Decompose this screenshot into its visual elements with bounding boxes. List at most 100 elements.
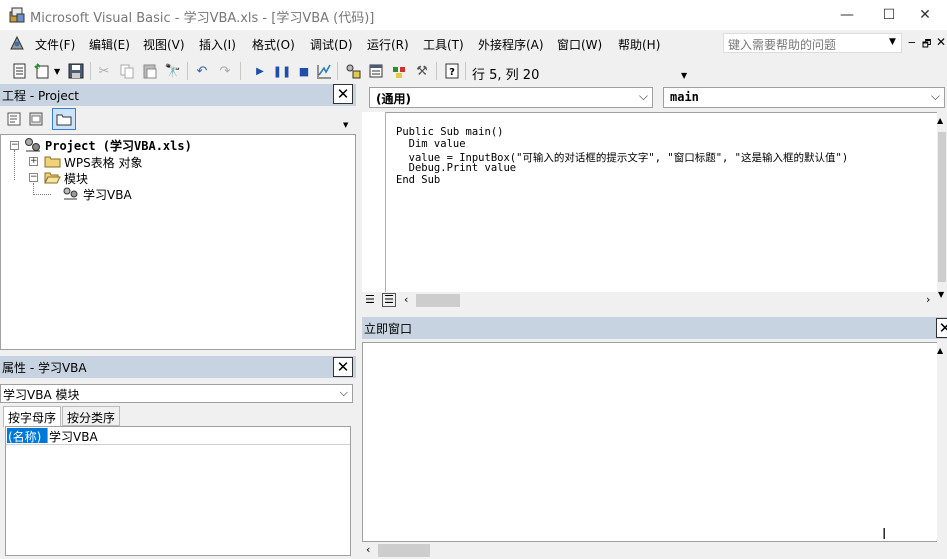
immediate-pane-close-icon[interactable]: ✕ <box>936 318 947 338</box>
code-margin[interactable] <box>362 112 386 292</box>
properties-pane-close-icon[interactable]: ✕ <box>333 357 353 377</box>
chevron-down-icon: ⌵ <box>638 89 648 103</box>
help-icon[interactable]: ? <box>442 62 462 80</box>
toolbar-separator <box>187 62 188 80</box>
project-icon <box>25 138 40 152</box>
menu-addins[interactable]: 外接程序(A) <box>478 36 544 53</box>
properties-object-value: 学习VBA 模块 <box>3 388 80 402</box>
paste-icon[interactable] <box>140 62 160 80</box>
immediate-horizontal-scrollbar[interactable]: ‹ <box>362 542 947 559</box>
procedure-view-icon[interactable]: ☰ <box>365 293 375 306</box>
tree-connector <box>14 150 15 180</box>
copy-icon[interactable] <box>117 62 137 80</box>
scroll-up-icon[interactable]: ▲ <box>937 116 943 125</box>
tree-connector <box>33 194 51 195</box>
project-tree: − Project (学习VBA.xls) + WPS表格 对象 − 模块 学习… <box>0 134 356 350</box>
procedure-combo-value: main <box>670 90 699 104</box>
code-line[interactable]: Public Sub main() <box>396 126 503 138</box>
tab-alphabetic[interactable]: 按字母序 <box>3 406 62 427</box>
properties-pane-header: 属性 - 学习VBA <box>0 356 356 378</box>
cut-icon[interactable]: ✂ <box>94 62 114 80</box>
run-icon[interactable]: ▶ <box>250 62 270 80</box>
properties-object-select[interactable]: 学习VBA 模块 ⌵ <box>0 384 353 403</box>
undo-icon[interactable]: ↶ <box>192 62 212 80</box>
menu-window[interactable]: 窗口(W) <box>557 36 602 53</box>
project-toolbar-dropdown-icon[interactable]: ▼ <box>343 121 348 129</box>
immediate-window[interactable]: I <box>362 342 947 543</box>
tree-expand-icon[interactable]: + <box>29 157 38 166</box>
full-module-view-icon[interactable]: ☰ <box>382 293 396 307</box>
code-vertical-scrollbar[interactable]: ▲ <box>937 112 947 292</box>
view-excel-icon[interactable] <box>10 62 30 80</box>
scroll-thumb[interactable] <box>938 132 946 282</box>
project-pane-title: 工程 - Project <box>2 89 80 103</box>
project-explorer-icon[interactable] <box>343 62 363 80</box>
menu-tools[interactable]: 工具(T) <box>423 36 464 53</box>
redo-icon[interactable]: ↷ <box>215 62 235 80</box>
close-button[interactable]: ✕ <box>902 0 947 30</box>
mdi-minimize-button[interactable]: ‒ <box>908 35 916 49</box>
code-line[interactable]: Dim value <box>396 138 466 150</box>
scroll-left-icon[interactable]: ‹ <box>404 293 408 306</box>
property-value-cell[interactable]: 学习VBA <box>49 428 98 445</box>
view-object-icon[interactable] <box>26 110 46 128</box>
tree-node-module-vba[interactable]: 学习VBA <box>83 186 132 203</box>
grid-row-line <box>6 444 350 445</box>
tree-node-modules[interactable]: 模块 <box>64 170 88 187</box>
toolbar-options-icon[interactable]: ▼ <box>681 71 687 80</box>
view-code-icon[interactable] <box>4 110 24 128</box>
insert-module-icon[interactable] <box>32 62 52 80</box>
menu-edit[interactable]: 编辑(E) <box>89 36 130 53</box>
break-icon[interactable]: ❚❚ <box>272 62 292 80</box>
vba-app-icon <box>9 7 25 23</box>
object-combo[interactable]: (通用) ⌵ <box>369 87 653 108</box>
mdi-restore-button[interactable]: 🗗 <box>922 37 931 54</box>
procedure-combo[interactable]: main ⌵ <box>663 87 945 108</box>
design-mode-icon[interactable] <box>314 62 334 80</box>
scroll-up-icon[interactable]: ▲ <box>937 346 943 355</box>
menu-run[interactable]: 运行(R) <box>367 36 409 53</box>
menu-format[interactable]: 格式(O) <box>252 36 295 53</box>
scroll-thumb[interactable] <box>416 294 460 307</box>
menu-file[interactable]: 文件(F) <box>35 36 75 53</box>
immediate-pane-title: 立即窗口 <box>364 322 413 336</box>
scroll-left-icon[interactable]: ‹ <box>366 543 370 556</box>
immediate-vertical-scrollbar[interactable]: ▲ <box>937 342 947 542</box>
object-browser-icon[interactable] <box>389 62 409 80</box>
code-line[interactable]: End Sub <box>396 174 440 186</box>
menu-debug[interactable]: 调试(D) <box>310 36 353 53</box>
text-cursor-icon: I <box>882 525 887 543</box>
save-icon[interactable] <box>66 62 86 80</box>
menu-view[interactable]: 视图(V) <box>143 36 185 53</box>
help-dropdown-icon[interactable]: ▼ <box>889 37 896 47</box>
tab-categorized[interactable]: 按分类序 <box>62 406 121 426</box>
menu-insert[interactable]: 插入(I) <box>199 36 236 53</box>
tree-collapse-icon[interactable]: − <box>10 141 19 150</box>
folder-icon <box>56 114 72 126</box>
menu-help[interactable]: 帮助(H) <box>618 36 660 53</box>
help-search-input[interactable]: 键入需要帮助的问题 <box>723 33 902 53</box>
reset-icon[interactable]: ■ <box>294 62 314 80</box>
project-root-node[interactable]: Project (学习VBA.xls) <box>45 137 192 154</box>
tree-collapse-icon[interactable]: − <box>29 173 38 182</box>
insert-dropdown-icon[interactable]: ▼ <box>54 67 60 76</box>
code-horizontal-scrollbar[interactable]: ☰ ☰ ‹ › ▼ <box>362 290 947 309</box>
toolbar-separator <box>90 62 91 80</box>
code-line[interactable]: Debug.Print value <box>396 162 516 174</box>
find-icon[interactable]: 🔭 <box>163 62 183 80</box>
property-name-cell[interactable]: (名称) <box>7 428 47 444</box>
project-pane-close-icon[interactable]: ✕ <box>333 84 353 104</box>
window-title: Microsoft Visual Basic - 学习VBA.xls - [学习… <box>30 11 375 26</box>
scroll-thumb[interactable] <box>378 544 430 557</box>
toolbox-icon[interactable]: ⚒ <box>412 62 432 80</box>
tree-node-wps-objects[interactable]: WPS表格 对象 <box>64 154 143 171</box>
properties-window-icon[interactable] <box>366 62 386 80</box>
toolbar-separator <box>240 62 241 80</box>
scroll-right-icon[interactable]: › <box>926 293 930 306</box>
minimize-button[interactable]: — <box>824 0 870 30</box>
scroll-down-icon[interactable]: ▼ <box>938 290 944 299</box>
vba-menu-icon[interactable] <box>8 34 26 52</box>
toggle-folders-button[interactable] <box>52 108 76 130</box>
open-folder-icon <box>44 172 61 184</box>
mdi-close-button[interactable]: ✕ <box>936 35 946 49</box>
